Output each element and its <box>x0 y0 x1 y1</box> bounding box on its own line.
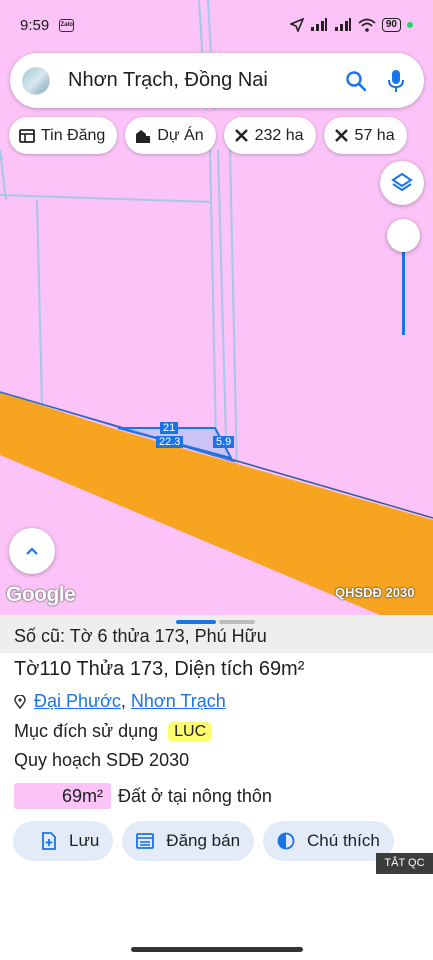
wifi-icon <box>358 18 376 32</box>
opacity-slider-handle[interactable] <box>387 219 420 252</box>
google-logo: Google <box>6 583 76 606</box>
location-pin-icon <box>14 694 26 709</box>
newspaper-icon <box>19 128 35 143</box>
district-link[interactable]: Nhơn Trạch <box>131 691 226 712</box>
privacy-dot-icon <box>407 22 413 28</box>
layers-button[interactable] <box>380 161 424 205</box>
filter-chips: Tin Đăng Dự Án 232 ha 57 ha <box>9 117 407 154</box>
zalo-icon: Zalo <box>59 18 75 32</box>
planning-heading: Quy hoạch SDĐ 2030 <box>14 750 190 770</box>
save-icon <box>42 832 56 850</box>
ruler-icon <box>234 129 248 142</box>
land-use-label: Mục đích sử dụng <box>14 721 159 741</box>
parcel-edge-label: 21 <box>160 422 179 434</box>
layers-icon <box>391 172 413 192</box>
parcel-info-sheet: Số cũ: Tờ 6 thửa 173, Phú Hữu Tờ 110 Thử… <box>0 615 433 960</box>
map-layer-label: QHSDĐ 2030 <box>335 585 415 600</box>
sheet-number: 110 <box>39 658 72 680</box>
chip-area-232[interactable]: 232 ha <box>223 117 316 154</box>
ruler-icon <box>334 129 348 142</box>
sheet-drag-handle[interactable] <box>176 620 255 624</box>
location-arrow-icon <box>289 18 304 32</box>
plot-number: 173 <box>129 658 164 680</box>
clock: 9:59 <box>20 16 50 34</box>
search-input[interactable]: Nhơn Trạch, Đồng Nai <box>68 69 332 92</box>
parcel-edge-label: 22.3 <box>156 436 184 448</box>
expand-sheet-button[interactable] <box>9 528 55 574</box>
land-use-code-badge: LUC <box>168 721 213 742</box>
parcel-area: , Diện tích 69m² <box>163 658 305 680</box>
chip-label: Dự Án <box>157 126 204 144</box>
building-icon <box>136 129 151 143</box>
chevron-up-icon <box>26 547 38 555</box>
battery-icon: 90 <box>381 18 401 32</box>
post-for-sale-button[interactable]: Đăng bán <box>122 821 255 861</box>
search-icon <box>346 70 367 91</box>
action-buttons: Lưu Đăng bán Chú thích <box>13 821 394 861</box>
home-gesture-handle[interactable] <box>131 947 303 952</box>
chip-listings[interactable]: Tin Đăng <box>9 117 118 154</box>
status-icons: 90 <box>289 18 413 32</box>
microphone-icon <box>388 69 404 92</box>
ward-link[interactable]: Đại Phước <box>34 691 121 712</box>
legend-icon <box>277 832 295 850</box>
parcel-edge-label: 5.9 <box>213 436 235 448</box>
planning-entry: 69m² Đất ở tại nông thôn <box>14 783 272 809</box>
signal-icon <box>310 18 327 31</box>
voice-search-button[interactable] <box>380 65 412 97</box>
status-bar: 9:59 Zalo 90 <box>0 0 433 50</box>
parcel-title: Tờ 110 Thửa 173 , Diện tích 69m² <box>14 658 305 680</box>
avatar[interactable] <box>22 66 50 95</box>
chip-projects[interactable]: Dự Án <box>125 117 216 154</box>
legend-button[interactable]: Chú thích <box>263 821 394 861</box>
planning-land-type: Đất ở tại nông thôn <box>118 785 272 806</box>
planning-area-swatch: 69m² <box>14 783 111 809</box>
listing-icon <box>136 833 155 849</box>
parcel-location: Đại Phước , Nhơn Trạch <box>14 691 226 712</box>
chip-label: Tin Đăng <box>41 126 106 144</box>
save-button[interactable]: Lưu <box>13 821 114 861</box>
search-bar[interactable]: Nhơn Trạch, Đồng Nai <box>10 53 424 108</box>
chip-label: 232 ha <box>254 126 304 144</box>
chip-area-57[interactable]: 57 ha <box>323 117 407 154</box>
search-button[interactable] <box>340 65 372 97</box>
gesture-bar <box>0 942 433 960</box>
chip-label: 57 ha <box>354 126 395 144</box>
land-use-row: Mục đích sử dụng LUC <box>14 721 213 742</box>
signal-icon <box>334 18 351 31</box>
hide-ads-button[interactable]: TẮT QC <box>376 853 433 874</box>
